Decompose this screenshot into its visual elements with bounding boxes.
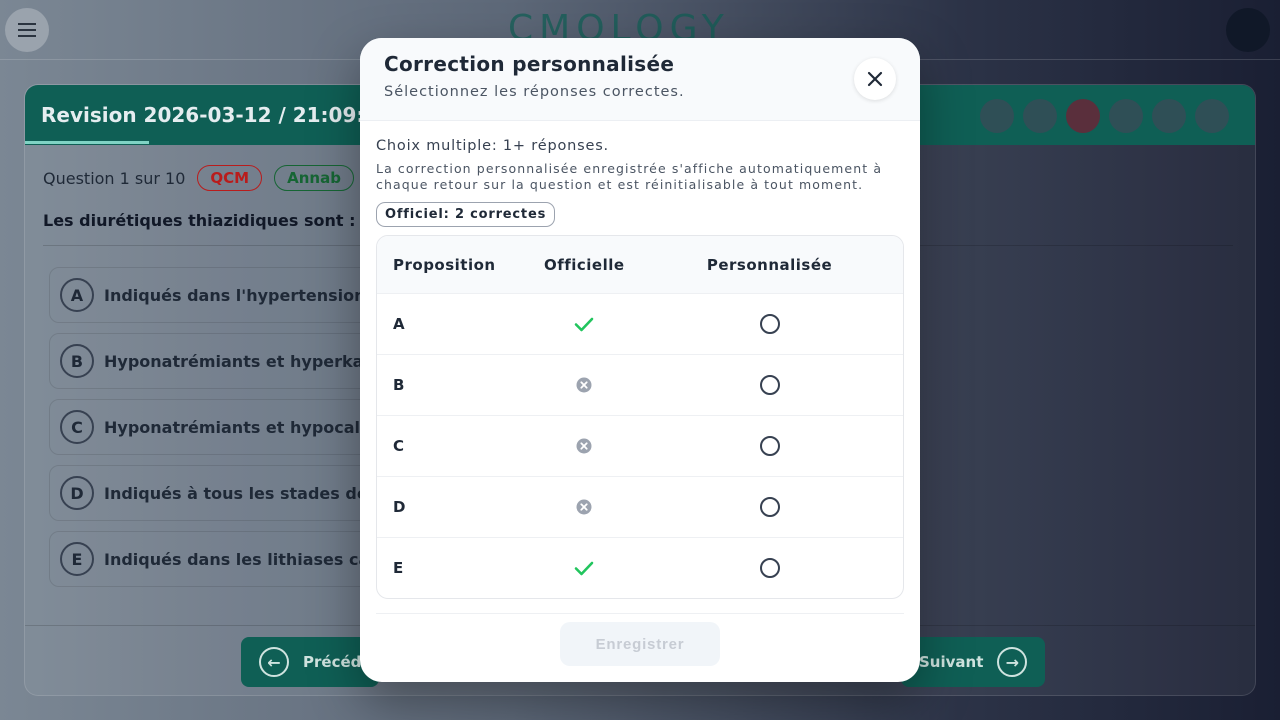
cross-circle-icon xyxy=(532,499,636,515)
col-custom: Personnalisée xyxy=(706,255,833,274)
table-row: C xyxy=(377,415,903,476)
custom-radio-cell xyxy=(636,558,903,578)
option-letter: A xyxy=(60,278,94,312)
official-count-badge: Officiel: 2 correctes xyxy=(376,202,556,227)
trophy-icon[interactable] xyxy=(1066,99,1100,133)
custom-answer-radio[interactable] xyxy=(759,375,780,395)
correction-table: Proposition Officielle Personnalisée A B C… xyxy=(376,235,904,599)
revision-title: Revision 2026-03-12 / 21:09: xyxy=(41,103,365,127)
save-button[interactable]: Enregistrer xyxy=(560,622,720,666)
custom-radio-cell xyxy=(636,497,903,517)
custom-radio-cell xyxy=(636,375,903,395)
proposition-letter: C xyxy=(393,437,405,455)
table-header: Proposition Officielle Personnalisée xyxy=(377,236,903,293)
menu-button[interactable] xyxy=(5,8,49,52)
correction-note: La correction personnalisée enregistrée … xyxy=(376,161,883,192)
proposition-letter: A xyxy=(393,315,406,333)
next-label: Suivant xyxy=(919,653,984,671)
question-counter: Question 1 sur 10 xyxy=(43,168,186,188)
profile-button[interactable] xyxy=(1226,8,1270,52)
question-meta: Question 1 sur 10 QCM Annab xyxy=(43,165,354,191)
next-button[interactable]: Suivant → xyxy=(901,637,1046,687)
option-letter: B xyxy=(60,344,94,378)
table-row: E xyxy=(377,537,903,598)
modal-body: Choix multiple: 1+ réponses. La correcti… xyxy=(376,138,904,599)
option-text: Indiqués dans les lithiases ca xyxy=(104,549,370,569)
modal-subtitle: Sélectionnez les réponses correctes. xyxy=(384,84,685,100)
table-row: B xyxy=(377,354,903,415)
annale-badge: Annab xyxy=(274,165,354,191)
col-official: Officielle xyxy=(543,255,625,274)
previous-button[interactable]: ← Précéd xyxy=(241,637,380,687)
col-proposition: Proposition xyxy=(393,255,496,274)
option-text: Indiqués à tous les stades de xyxy=(104,483,368,503)
custom-answer-radio[interactable] xyxy=(759,497,780,517)
check-icon xyxy=(532,313,636,335)
modal-footer-divider xyxy=(376,613,904,614)
close-button[interactable] xyxy=(854,58,896,100)
option-text: Hyponatrémiants et hypocalce xyxy=(104,417,381,437)
previous-label: Précéd xyxy=(303,653,362,671)
custom-radio-cell xyxy=(636,436,903,456)
cross-circle-icon xyxy=(532,377,636,393)
modal-header: Correction personnalisée Sélectionnez le… xyxy=(360,38,920,121)
hamburger-icon xyxy=(18,21,36,39)
table-row: D xyxy=(377,476,903,537)
warning-icon[interactable] xyxy=(1152,99,1186,133)
option-text: Hyponatrémiants et hyperkali xyxy=(104,351,375,371)
edit-icon[interactable] xyxy=(1195,99,1229,133)
custom-answer-radio[interactable] xyxy=(759,436,780,456)
question-text: Les diurétiques thiazidiques sont : xyxy=(43,211,356,230)
modal-title: Correction personnalisée xyxy=(384,52,675,76)
sparkle-icon[interactable] xyxy=(980,99,1014,133)
qcm-badge: QCM xyxy=(197,165,263,191)
check-icon[interactable] xyxy=(1023,99,1057,133)
custom-radio-cell xyxy=(636,314,903,334)
proposition-letter: E xyxy=(393,559,404,577)
table-row: A xyxy=(377,293,903,354)
tab-underline xyxy=(25,141,149,144)
close-icon xyxy=(867,71,883,87)
choice-info: Choix multiple: 1+ réponses. xyxy=(376,138,609,154)
proposition-letter: D xyxy=(393,498,406,516)
header-actions xyxy=(980,99,1229,133)
option-text: Indiqués dans l'hypertension a xyxy=(104,285,382,305)
arrow-left-icon: ← xyxy=(259,647,289,677)
bookmark-icon[interactable] xyxy=(1109,99,1143,133)
option-letter: E xyxy=(60,542,94,576)
option-letter: C xyxy=(60,410,94,444)
cross-circle-icon xyxy=(532,438,636,454)
custom-answer-radio[interactable] xyxy=(759,558,780,578)
custom-answer-radio[interactable] xyxy=(759,314,780,334)
option-letter: D xyxy=(60,476,94,510)
arrow-right-icon: → xyxy=(997,647,1028,677)
check-icon xyxy=(532,557,636,579)
correction-modal: Correction personnalisée Sélectionnez le… xyxy=(360,38,920,682)
proposition-letter: B xyxy=(393,376,405,394)
